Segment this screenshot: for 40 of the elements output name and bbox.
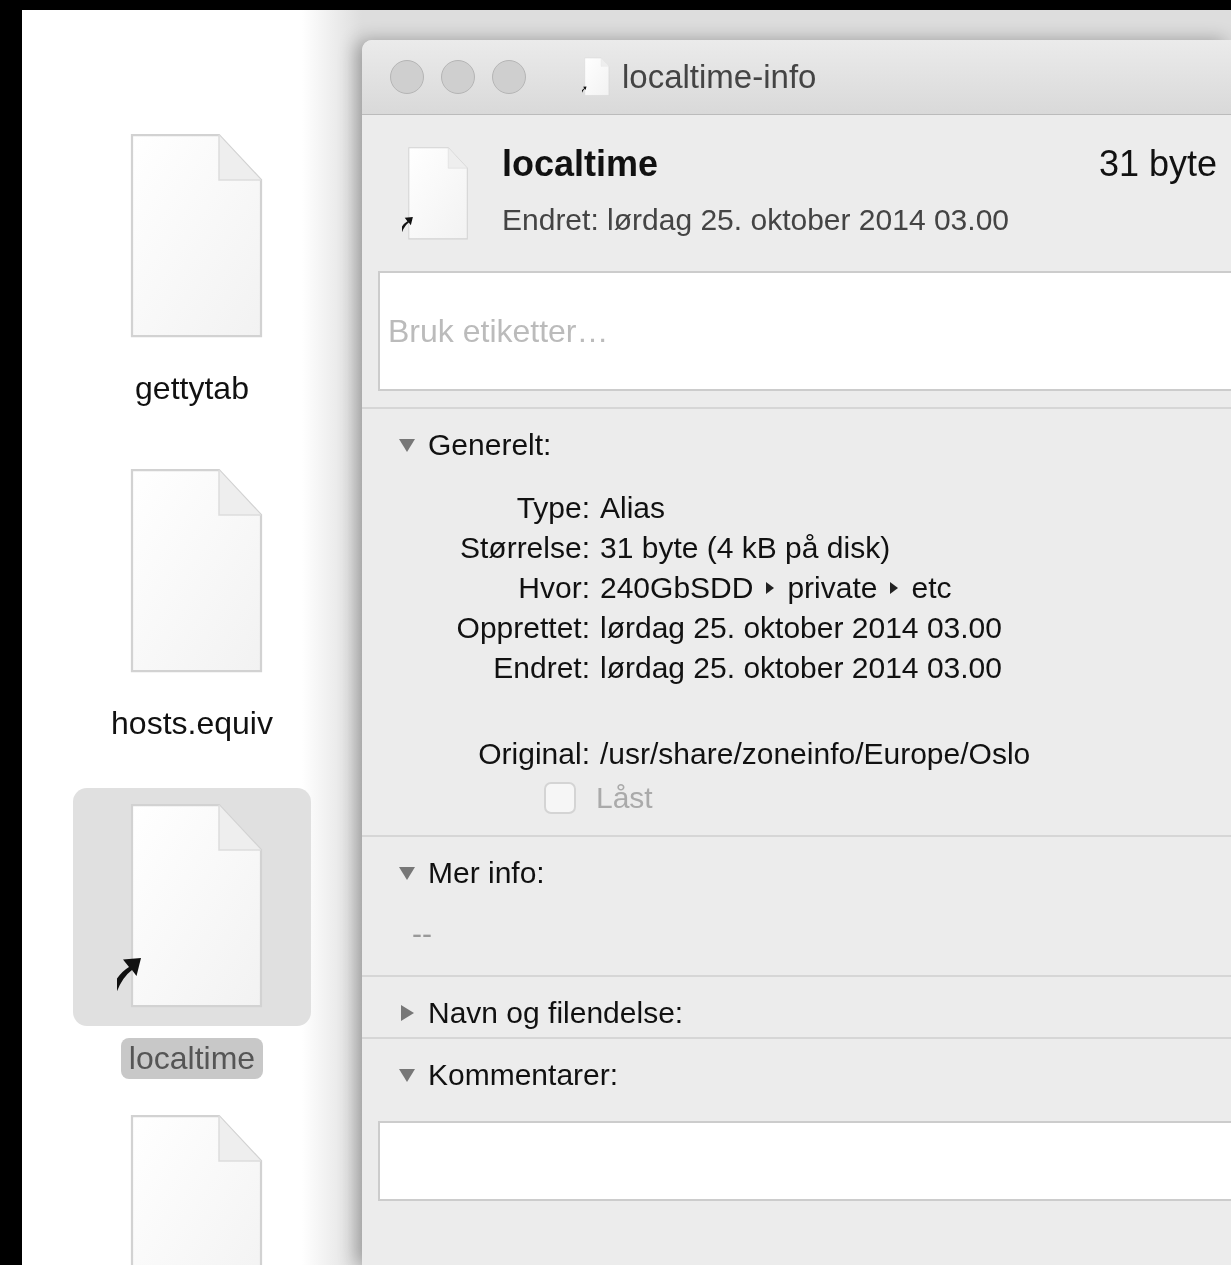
disclosure-triangle-icon[interactable] [398, 864, 416, 882]
path-separator-icon [765, 581, 776, 595]
property-label: Endret: [493, 651, 590, 685]
file-name[interactable]: gettytab [127, 368, 257, 409]
disclosure-triangle-icon[interactable] [398, 436, 416, 454]
file-item[interactable] [73, 788, 311, 1026]
modified-date: Endret: lørdag 25. oktober 2014 03.00 [502, 203, 1010, 237]
folder-name: private [787, 571, 878, 605]
tags-field[interactable]: Bruk etiketter… [378, 271, 1231, 391]
folder-name: etc [911, 571, 952, 605]
file-size: 31 byte [1098, 143, 1217, 185]
property-label: Original: [478, 737, 590, 771]
disclosure-triangle-icon[interactable] [398, 1004, 416, 1022]
property-value: 31 byte (4 kB på disk) [600, 531, 891, 565]
info-text: -- [412, 917, 433, 951]
file-name[interactable]: hosts.equiv [103, 703, 281, 744]
section-title[interactable]: Navn og filendelse: [428, 996, 684, 1030]
property-label: Opprettet: [456, 611, 590, 645]
close-button[interactable] [390, 60, 424, 94]
section-title[interactable]: Generelt: [428, 428, 552, 462]
property-value: /usr/share/zoneinfo/Europe/Oslo [600, 737, 1031, 771]
zoom-button[interactable] [492, 60, 526, 94]
section-title[interactable]: Mer info: [428, 856, 545, 890]
property-value: lørdag 25. oktober 2014 03.00 [600, 651, 1002, 685]
alias-document-icon [582, 57, 610, 97]
file-name[interactable]: localtime [120, 1038, 264, 1079]
minimize-button[interactable] [441, 60, 475, 94]
property-value: lørdag 25. oktober 2014 03.00 [600, 611, 1002, 645]
property-label: Type: [516, 491, 590, 525]
file-name: localtime [502, 143, 659, 185]
section-title[interactable]: Kommentarer: [428, 1058, 619, 1092]
property-value: Alias [600, 491, 666, 525]
comments-field[interactable] [378, 1121, 1231, 1201]
checkbox-label: Låst [596, 781, 653, 815]
path-separator-icon [889, 581, 900, 595]
window-title: localtime-info [622, 58, 817, 96]
folder-name: 240GbSDD [600, 571, 754, 605]
disclosure-triangle-icon[interactable] [398, 1066, 416, 1084]
property-label: Størrelse: [459, 531, 590, 565]
property-label: Hvor: [518, 571, 590, 605]
